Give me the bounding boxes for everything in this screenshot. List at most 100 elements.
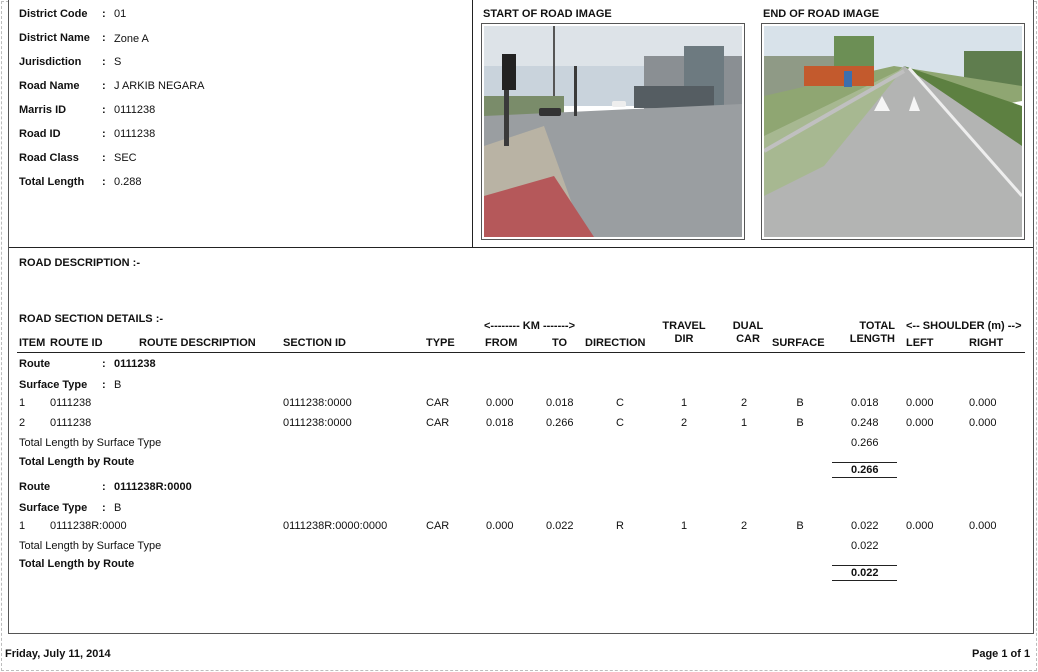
section-details-title: ROAD SECTION DETAILS :- [19,313,164,325]
cell-route-id: 0111238R:0000 [50,520,127,532]
colon: : [102,176,106,188]
cell-total-length: 0.018 [851,397,879,409]
cell-section-id: 0111238:0000 [283,397,352,409]
end-road-image [761,23,1025,240]
total-length-label: Total Length [19,176,85,188]
col-item: ITEM [19,337,46,349]
surface-total-value: 0.266 [851,437,879,449]
colon: : [102,481,106,493]
col-left: LEFT [906,337,934,349]
colon: : [102,80,106,92]
col-surface: SURFACE [772,337,825,349]
header-bottom-line [9,247,1033,248]
surface-total-value: 0.022 [851,540,879,552]
cell-section-id: 0111238:0000 [283,417,352,429]
jurisdiction-value: S [114,56,122,68]
surface-type-label: Surface Type [19,502,88,514]
total-length-value: 0.288 [114,176,142,188]
start-road-image [481,23,745,240]
total-rule-top [832,565,897,566]
cell-from: 0.018 [486,417,514,429]
cell-right: 0.000 [969,417,997,429]
header-underline [17,352,1025,353]
col-right: RIGHT [969,337,1004,349]
route-total-value: 0.266 [851,464,879,476]
route-label: Route [19,358,51,370]
colon: : [102,8,106,20]
colon: : [102,32,106,44]
surface-type-label: Surface Type [19,379,88,391]
end-image-title: END OF ROAD IMAGE [763,8,880,20]
cell-travel-dir: 1 [680,520,688,532]
district-name-value: Zone A [114,33,149,45]
page-number: Page 1 of 1 [972,648,1031,660]
cell-travel-dir: 1 [680,397,688,409]
road-description-title: ROAD DESCRIPTION :- [19,257,140,269]
district-code-value: 01 [114,8,127,20]
col-dual-line2: CAR [736,333,760,345]
col-direction: DIRECTION [585,337,646,349]
cell-section-id: 0111238R:0000:0000 [283,520,388,532]
cell-type: CAR [426,520,450,532]
colon: : [102,502,106,514]
surface-type-value: B [114,502,122,514]
end-road-photo-icon [764,26,1022,237]
marris-id-label: Marris ID [19,104,67,116]
col-route-id: ROUTE ID [50,337,103,349]
start-image-title: START OF ROAD IMAGE [483,8,612,20]
cell-right: 0.000 [969,397,997,409]
road-name-label: Road Name [19,80,80,92]
district-code-label: District Code [19,8,88,20]
total-rule-bottom [832,580,897,581]
cell-type: CAR [426,417,450,429]
cell-left: 0.000 [906,417,934,429]
cell-item: 2 [19,417,26,429]
cell-left: 0.000 [906,397,934,409]
colon: : [102,104,106,116]
colon: : [102,358,106,370]
route-total-label: Total Length by Route [19,558,135,570]
cell-travel-dir: 2 [680,417,688,429]
cell-total-length: 0.248 [851,417,879,429]
district-name-label: District Name [19,32,90,44]
cell-total-length: 0.022 [851,520,879,532]
total-rule-bottom [832,477,897,478]
cell-dual-car: 1 [740,417,748,429]
shoulder-group-header: <-- SHOULDER (m) --> [906,320,1022,332]
road-name-value: J ARKIB NEGARA [114,80,205,92]
cell-to: 0.018 [546,397,574,409]
road-id-label: Road ID [19,128,61,140]
surface-total-label: Total Length by Surface Type [19,437,162,449]
route-value: 0111238 [114,358,156,370]
cell-surface: B [796,417,804,429]
cell-route-id: 0111238 [50,417,92,429]
col-total-line1: TOTAL [859,320,895,332]
cell-dual-car: 2 [740,520,748,532]
cell-surface: B [796,397,804,409]
col-section-id: SECTION ID [283,337,346,349]
col-travel-line2: DIR [674,333,694,345]
col-travel-line1: TRAVEL [662,320,706,332]
cell-left: 0.000 [906,520,934,532]
cell-direction: C [616,417,624,429]
report-date: Friday, July 11, 2014 [5,648,111,660]
km-group-header: <-------- KM -------> [484,320,576,332]
route-value: 0111238R:0000 [114,481,192,493]
cell-item: 1 [19,397,26,409]
road-class-value: SEC [114,152,137,164]
surface-total-label: Total Length by Surface Type [19,540,162,552]
cell-surface: B [796,520,804,532]
route-total-label: Total Length by Route [19,456,135,468]
road-id-value: 0111238 [114,128,156,140]
start-road-photo-icon [484,26,742,237]
col-total-line2: LENGTH [849,333,895,345]
col-to: TO [552,337,568,349]
col-route-description: ROUTE DESCRIPTION [139,337,256,349]
cell-dual-car: 2 [740,397,748,409]
cell-route-id: 0111238 [50,397,92,409]
col-dual-line1: DUAL [732,320,764,332]
colon: : [102,379,106,391]
total-rule-top [832,462,897,463]
cell-right: 0.000 [969,520,997,532]
colon: : [102,56,106,68]
